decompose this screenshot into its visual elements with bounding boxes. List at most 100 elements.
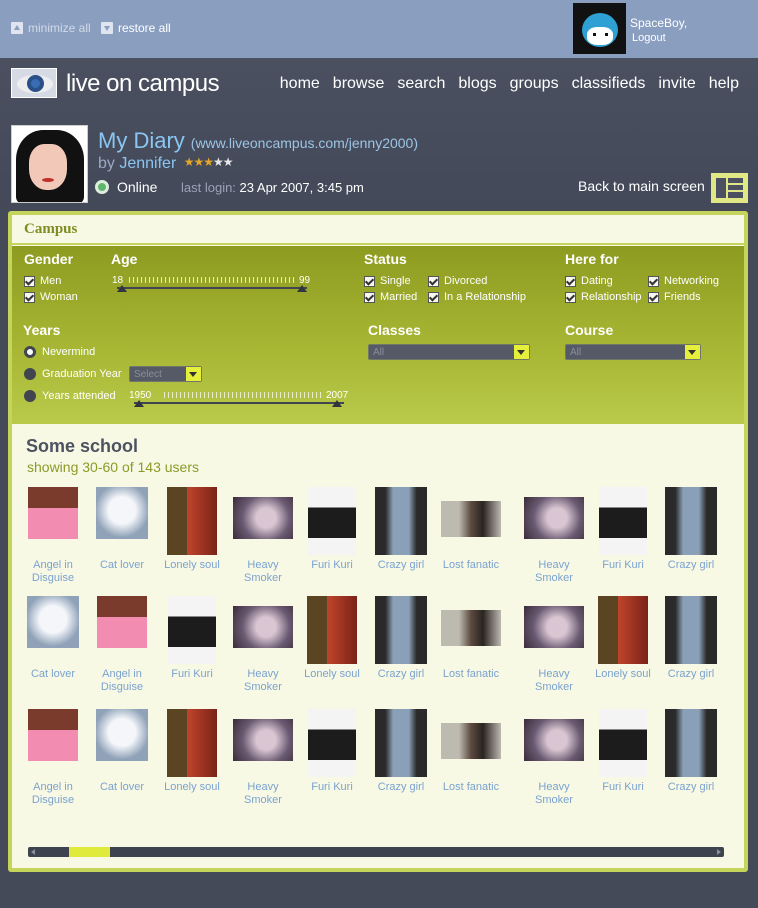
- user-thumbnail[interactable]: [524, 606, 584, 648]
- user-thumbnail[interactable]: [233, 719, 293, 761]
- course-select[interactable]: All: [565, 344, 701, 360]
- user-thumbnail[interactable]: [598, 596, 648, 664]
- nav-search[interactable]: search: [397, 75, 445, 93]
- user-thumbnail[interactable]: [665, 709, 717, 777]
- user-card[interactable]: Heavy Smoker: [228, 596, 298, 694]
- user-thumbnail[interactable]: [167, 709, 217, 777]
- user-caption[interactable]: Crazy girl: [366, 668, 436, 681]
- user-card[interactable]: Heavy Smoker: [519, 596, 589, 694]
- user-card[interactable]: Crazy girl: [366, 487, 436, 572]
- user-thumbnail[interactable]: [665, 487, 717, 555]
- years-attended-slider[interactable]: [134, 392, 344, 407]
- user-thumbnail[interactable]: [233, 606, 293, 648]
- age-slider-low-handle[interactable]: [117, 285, 127, 292]
- user-card[interactable]: Lonely soul: [297, 596, 367, 681]
- checkbox-friends[interactable]: Friends: [648, 291, 701, 303]
- user-caption[interactable]: Crazy girl: [656, 781, 726, 794]
- user-caption[interactable]: Heavy Smoker: [519, 668, 589, 694]
- user-card[interactable]: Furi Kuri: [588, 487, 658, 572]
- nav-browse[interactable]: browse: [333, 75, 385, 93]
- user-thumbnail[interactable]: [97, 596, 147, 648]
- user-thumbnail[interactable]: [28, 487, 78, 539]
- user-card[interactable]: Angel in Disguise: [87, 596, 157, 694]
- nav-blogs[interactable]: blogs: [458, 75, 496, 93]
- logout-link[interactable]: Logout: [632, 32, 666, 44]
- checkbox-networking[interactable]: Networking: [648, 275, 719, 287]
- back-to-main-link[interactable]: Back to main screen: [578, 178, 705, 194]
- checkbox-single[interactable]: Single: [364, 275, 411, 287]
- user-thumbnail[interactable]: [28, 709, 78, 761]
- user-avatar[interactable]: [573, 3, 626, 54]
- user-caption[interactable]: Crazy girl: [656, 559, 726, 572]
- checkbox-relationship[interactable]: Relationship: [565, 291, 642, 303]
- user-caption[interactable]: Lonely soul: [157, 781, 227, 794]
- user-thumbnail[interactable]: [27, 596, 79, 648]
- user-thumbnail[interactable]: [168, 596, 216, 664]
- years-slider-high-handle[interactable]: [332, 400, 342, 407]
- user-card[interactable]: Crazy girl: [656, 596, 726, 681]
- user-caption[interactable]: Cat lover: [18, 668, 88, 681]
- user-card[interactable]: Furi Kuri: [297, 487, 367, 572]
- user-card[interactable]: Cat lover: [18, 596, 88, 681]
- radio-years-attended[interactable]: Years attended: [24, 390, 116, 402]
- user-card[interactable]: Crazy girl: [366, 709, 436, 794]
- user-card[interactable]: Crazy girl: [656, 487, 726, 572]
- user-caption[interactable]: Lost fanatic: [436, 559, 506, 572]
- user-caption[interactable]: Furi Kuri: [588, 781, 658, 794]
- user-thumbnail[interactable]: [524, 719, 584, 761]
- user-thumbnail[interactable]: [96, 709, 148, 761]
- user-caption[interactable]: Furi Kuri: [157, 668, 227, 681]
- user-caption[interactable]: Lost fanatic: [436, 781, 506, 794]
- age-slider-high-handle[interactable]: [297, 285, 307, 292]
- user-caption[interactable]: Heavy Smoker: [519, 781, 589, 807]
- user-thumbnail[interactable]: [375, 709, 427, 777]
- user-card[interactable]: Lonely soul: [157, 487, 227, 572]
- user-thumbnail[interactable]: [441, 501, 501, 537]
- user-card[interactable]: Furi Kuri: [588, 709, 658, 794]
- user-thumbnail[interactable]: [375, 487, 427, 555]
- classes-select[interactable]: All: [368, 344, 530, 360]
- user-card[interactable]: Furi Kuri: [297, 709, 367, 794]
- user-caption[interactable]: Lost fanatic: [436, 668, 506, 681]
- user-caption[interactable]: Crazy girl: [656, 668, 726, 681]
- years-slider-low-handle[interactable]: [134, 400, 144, 407]
- nav-invite[interactable]: invite: [658, 75, 695, 93]
- checkbox-dating[interactable]: Dating: [565, 275, 613, 287]
- layout-grid-icon[interactable]: [711, 173, 748, 203]
- user-card[interactable]: Lonely soul: [588, 596, 658, 681]
- age-slider[interactable]: [117, 277, 307, 292]
- user-caption[interactable]: Heavy Smoker: [228, 668, 298, 694]
- checkbox-woman[interactable]: Woman: [24, 291, 78, 303]
- user-caption[interactable]: Furi Kuri: [297, 559, 367, 572]
- user-thumbnail[interactable]: [665, 596, 717, 664]
- user-thumbnail[interactable]: [307, 596, 357, 664]
- user-thumbnail[interactable]: [96, 487, 148, 539]
- horizontal-scrollbar[interactable]: [28, 847, 724, 857]
- user-card[interactable]: Lost fanatic: [436, 487, 506, 572]
- user-card[interactable]: Lost fanatic: [436, 709, 506, 794]
- user-card[interactable]: Angel in Disguise: [18, 709, 88, 807]
- user-thumbnail[interactable]: [524, 497, 584, 539]
- nav-home[interactable]: home: [280, 75, 320, 93]
- user-card[interactable]: Lonely soul: [157, 709, 227, 794]
- user-thumbnail[interactable]: [167, 487, 217, 555]
- user-thumbnail[interactable]: [599, 709, 647, 777]
- checkbox-divorced[interactable]: Divorced: [428, 275, 487, 287]
- nav-help[interactable]: help: [709, 75, 739, 93]
- user-caption[interactable]: Lonely soul: [588, 668, 658, 681]
- user-caption[interactable]: Heavy Smoker: [228, 781, 298, 807]
- user-caption[interactable]: Angel in Disguise: [18, 559, 88, 585]
- author-name[interactable]: Jennifer: [119, 155, 176, 172]
- site-logo[interactable]: live on campus: [66, 70, 220, 98]
- scroll-left-icon[interactable]: [31, 849, 35, 855]
- checkbox-in-relationship[interactable]: In a Relationship: [428, 291, 526, 303]
- user-caption[interactable]: Furi Kuri: [588, 559, 658, 572]
- radio-graduation-year[interactable]: Graduation Year: [24, 368, 122, 380]
- user-thumbnail[interactable]: [233, 497, 293, 539]
- user-card[interactable]: Cat lover: [87, 709, 157, 794]
- user-thumbnail[interactable]: [441, 610, 501, 646]
- nav-groups[interactable]: groups: [510, 75, 559, 93]
- user-card[interactable]: Angel in Disguise: [18, 487, 88, 585]
- user-caption[interactable]: Lonely soul: [157, 559, 227, 572]
- user-card[interactable]: Heavy Smoker: [228, 709, 298, 807]
